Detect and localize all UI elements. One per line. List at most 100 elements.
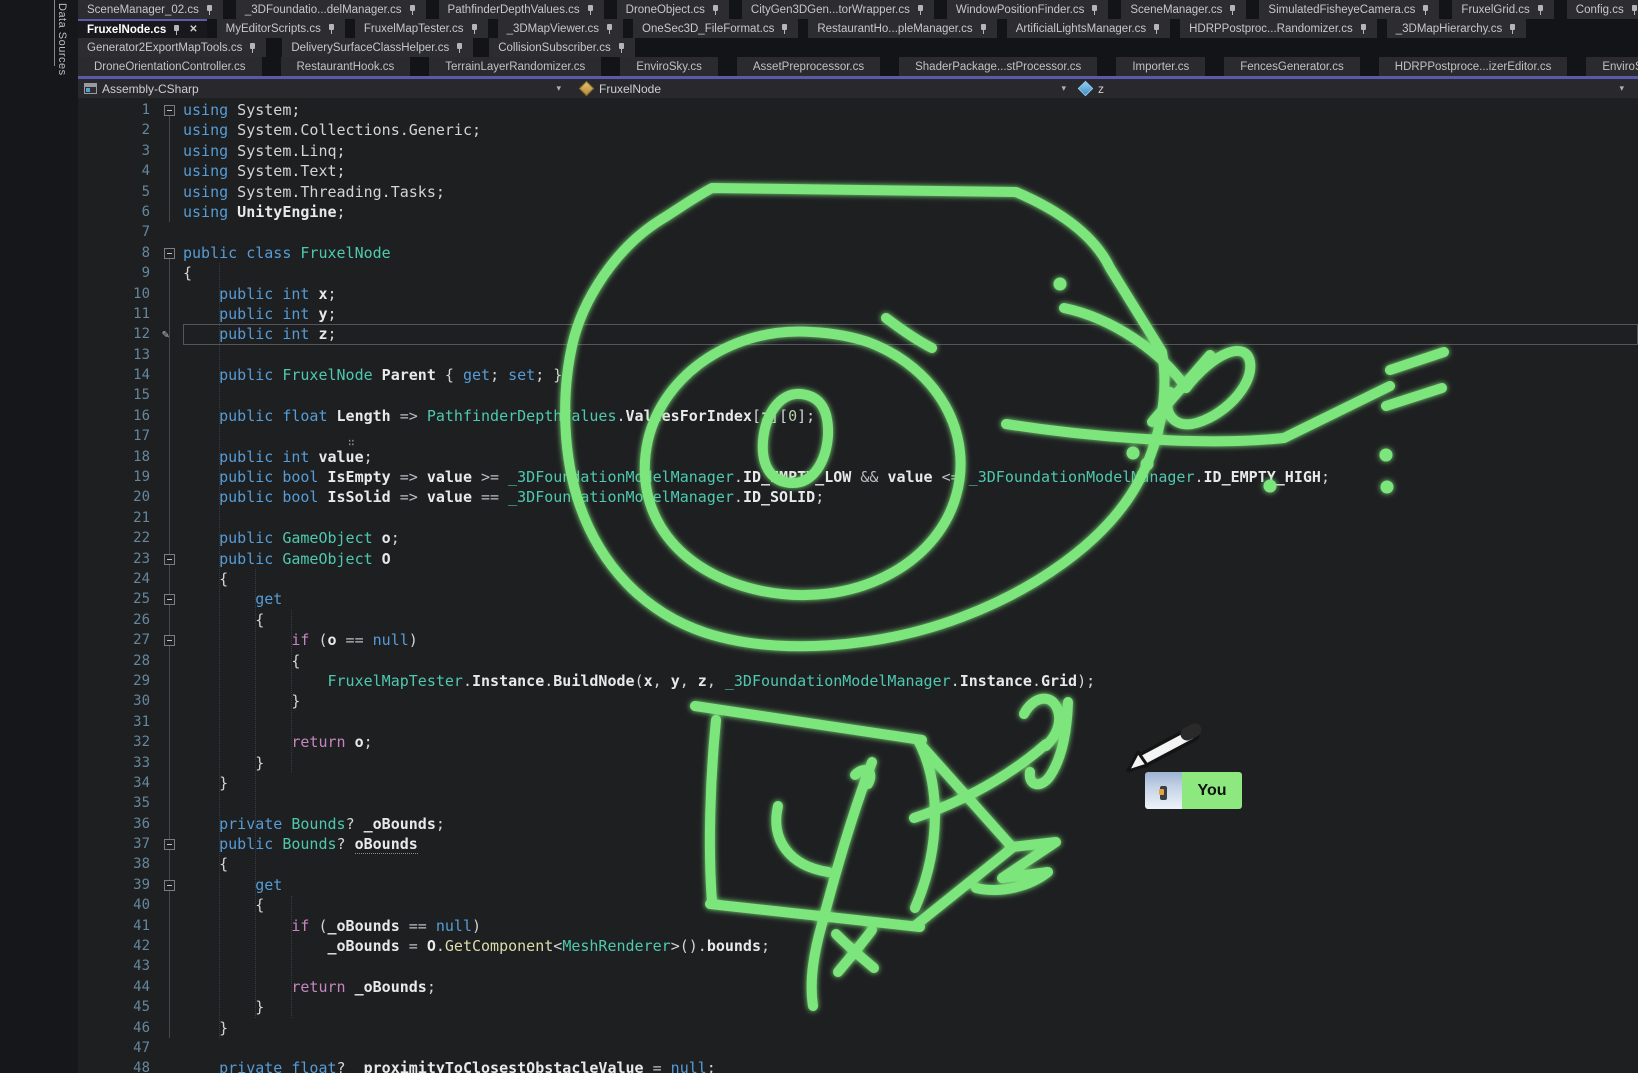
code-text[interactable]: public int z;: [183, 324, 1638, 344]
code-text[interactable]: }: [183, 997, 1638, 1017]
tab-restauranthook-cs[interactable]: RestaurantHook.cs: [281, 57, 411, 76]
code-text[interactable]: }: [183, 1018, 1638, 1038]
code-text[interactable]: using UnityEngine;: [183, 202, 1638, 222]
code-text[interactable]: public int value;: [183, 447, 1638, 467]
chevron-down-icon[interactable]: ▾: [1057, 83, 1070, 94]
code-text[interactable]: public class FruxelNode: [183, 243, 1638, 263]
code-text[interactable]: public GameObject o;: [183, 528, 1638, 548]
pin-icon[interactable]: [711, 4, 720, 16]
code-editor[interactable]: 1using System;2using System.Collections.…: [78, 98, 1638, 1073]
code-text[interactable]: using System;: [183, 100, 1638, 120]
code-text[interactable]: [183, 508, 1638, 528]
code-text[interactable]: using System.Collections.Generic;: [183, 120, 1638, 140]
code-text[interactable]: public bool IsSolid => value == _3DFound…: [183, 487, 1638, 507]
code-text[interactable]: return _oBounds;: [183, 977, 1638, 997]
code-text[interactable]: [183, 222, 1638, 242]
pin-icon[interactable]: [1630, 4, 1638, 16]
pin-icon[interactable]: [205, 4, 214, 16]
tab-hdrppostproc-randomizer-cs[interactable]: HDRPPostproc...Randomizer.cs: [1180, 19, 1377, 38]
tab-citygen3dgen-torwrapper-cs[interactable]: CityGen3DGen...torWrapper.cs: [742, 0, 934, 19]
pin-icon[interactable]: [1090, 4, 1099, 16]
project-dropdown[interactable]: Assembly-CSharp ▾: [78, 79, 565, 98]
code-text[interactable]: {: [183, 263, 1638, 283]
tab-envirosky-cs[interactable]: EnviroSky.cs: [620, 57, 718, 76]
pin-icon[interactable]: [248, 42, 257, 54]
code-text[interactable]: return o;: [183, 732, 1638, 752]
code-text[interactable]: public int x;: [183, 284, 1638, 304]
fold-collapse-icon[interactable]: [164, 248, 175, 259]
data-sources-vertical-tab[interactable]: Data Sources: [56, 3, 68, 76]
tab-deliverysurfaceclasshelper-cs[interactable]: DeliverySurfaceClassHelper.cs: [282, 38, 473, 57]
pin-icon[interactable]: [408, 4, 417, 16]
code-text[interactable]: public FruxelNode Parent { get; set; }: [183, 365, 1638, 385]
code-text[interactable]: public float Length => PathfinderDepthVa…: [183, 406, 1638, 426]
code-text[interactable]: {: [183, 895, 1638, 915]
tab-fruxelnode-cs[interactable]: FruxelNode.cs✕: [78, 19, 207, 38]
pin-icon[interactable]: [172, 24, 181, 36]
tab-config-cs[interactable]: Config.cs: [1567, 0, 1638, 19]
code-text[interactable]: {: [183, 651, 1638, 671]
tab-assetpreprocessor-cs[interactable]: AssetPreprocessor.cs: [737, 57, 880, 76]
tab--3dmaphierarchy-cs[interactable]: _3DMapHierarchy.cs: [1387, 19, 1527, 38]
code-text[interactable]: [183, 1038, 1638, 1058]
code-text[interactable]: }: [183, 753, 1638, 773]
code-text[interactable]: if (_oBounds == null): [183, 916, 1638, 936]
tab-hdrppostproce-izereditor-cs[interactable]: HDRPPostproce...izerEditor.cs: [1379, 57, 1568, 76]
pin-icon[interactable]: [617, 42, 626, 54]
pin-icon[interactable]: [1228, 4, 1237, 16]
code-text[interactable]: get: [183, 589, 1638, 609]
tab-fencesgenerator-cs[interactable]: FencesGenerator.cs: [1224, 57, 1360, 76]
pin-icon[interactable]: [327, 23, 336, 35]
code-text[interactable]: }: [183, 773, 1638, 793]
tab-shaderpackage-stprocessor-cs[interactable]: ShaderPackage...stProcessor.cs: [899, 57, 1097, 76]
pin-icon[interactable]: [455, 42, 464, 54]
chevron-down-icon[interactable]: ▾: [552, 83, 565, 94]
code-text[interactable]: get: [183, 875, 1638, 895]
pin-icon[interactable]: [979, 23, 988, 35]
tab-restaurantho-plemanager-cs[interactable]: RestaurantHo...pleManager.cs: [808, 19, 996, 38]
code-text[interactable]: }: [183, 691, 1638, 711]
pin-icon[interactable]: [1359, 23, 1368, 35]
tab-windowpositionfinder-cs[interactable]: WindowPositionFinder.cs: [947, 0, 1108, 19]
tab--3dmapviewer-cs[interactable]: _3DMapViewer.cs: [498, 19, 623, 38]
code-text[interactable]: [183, 426, 1638, 446]
code-text[interactable]: using System.Text;: [183, 161, 1638, 181]
tab--3dfoundatio-delmanager-cs[interactable]: _3DFoundatio...delManager.cs: [236, 0, 426, 19]
tab-scenemanager-cs[interactable]: SceneManager.cs: [1121, 0, 1246, 19]
tab-collisionsubscriber-cs[interactable]: CollisionSubscriber.cs: [489, 38, 635, 57]
pin-icon[interactable]: [605, 23, 614, 35]
code-text[interactable]: private float? _proximityToClosestObstac…: [183, 1058, 1638, 1073]
tab-myeditorscripts-cs[interactable]: MyEditorScripts.cs: [217, 19, 345, 38]
tab-fruxelmaptester-cs[interactable]: FruxelMapTester.cs: [355, 19, 488, 38]
close-icon[interactable]: ✕: [189, 24, 197, 35]
pin-icon[interactable]: [916, 4, 925, 16]
tab-droneorientationcontroller-cs[interactable]: DroneOrientationController.cs: [78, 57, 262, 76]
code-text[interactable]: _oBounds = O.GetComponent<MeshRenderer>(…: [183, 936, 1638, 956]
tab-droneobject-cs[interactable]: DroneObject.cs: [617, 0, 729, 19]
code-text[interactable]: using System.Threading.Tasks;: [183, 182, 1638, 202]
code-text[interactable]: {: [183, 569, 1638, 589]
code-text[interactable]: public int y;: [183, 304, 1638, 324]
code-text[interactable]: public Bounds? oBounds: [183, 834, 1638, 854]
fold-collapse-icon[interactable]: [164, 594, 175, 605]
tab-fruxelgrid-cs[interactable]: FruxelGrid.cs: [1452, 0, 1553, 19]
code-text[interactable]: private Bounds? _oBounds;: [183, 814, 1638, 834]
tab-importer-cs[interactable]: Importer.cs: [1116, 57, 1205, 76]
member-dropdown[interactable]: z ▾: [1070, 79, 1638, 98]
tab-enviroskymgr-cs[interactable]: EnviroSkyMgr.cs: [1586, 57, 1638, 76]
pin-icon[interactable]: [1508, 23, 1517, 35]
pin-icon[interactable]: [1152, 23, 1161, 35]
tab-generator2exportmaptools-cs[interactable]: Generator2ExportMapTools.cs: [78, 38, 266, 57]
pin-icon[interactable]: [780, 23, 789, 35]
tab-scenemanager-02-cs[interactable]: SceneManager_02.cs: [78, 0, 223, 19]
code-text[interactable]: [183, 712, 1638, 732]
fold-collapse-icon[interactable]: [164, 105, 175, 116]
tab-simulatedfisheyecamera-cs[interactable]: SimulatedFisheyeCamera.cs: [1259, 0, 1439, 19]
tab-artificiallightsmanager-cs[interactable]: ArtificialLightsManager.cs: [1007, 19, 1170, 38]
chevron-down-icon[interactable]: ▾: [1615, 83, 1628, 94]
fold-collapse-icon[interactable]: [164, 635, 175, 646]
code-text[interactable]: {: [183, 854, 1638, 874]
pin-icon[interactable]: [470, 23, 479, 35]
type-dropdown[interactable]: FruxelNode ▾: [565, 79, 1070, 98]
code-text[interactable]: public GameObject O: [183, 549, 1638, 569]
